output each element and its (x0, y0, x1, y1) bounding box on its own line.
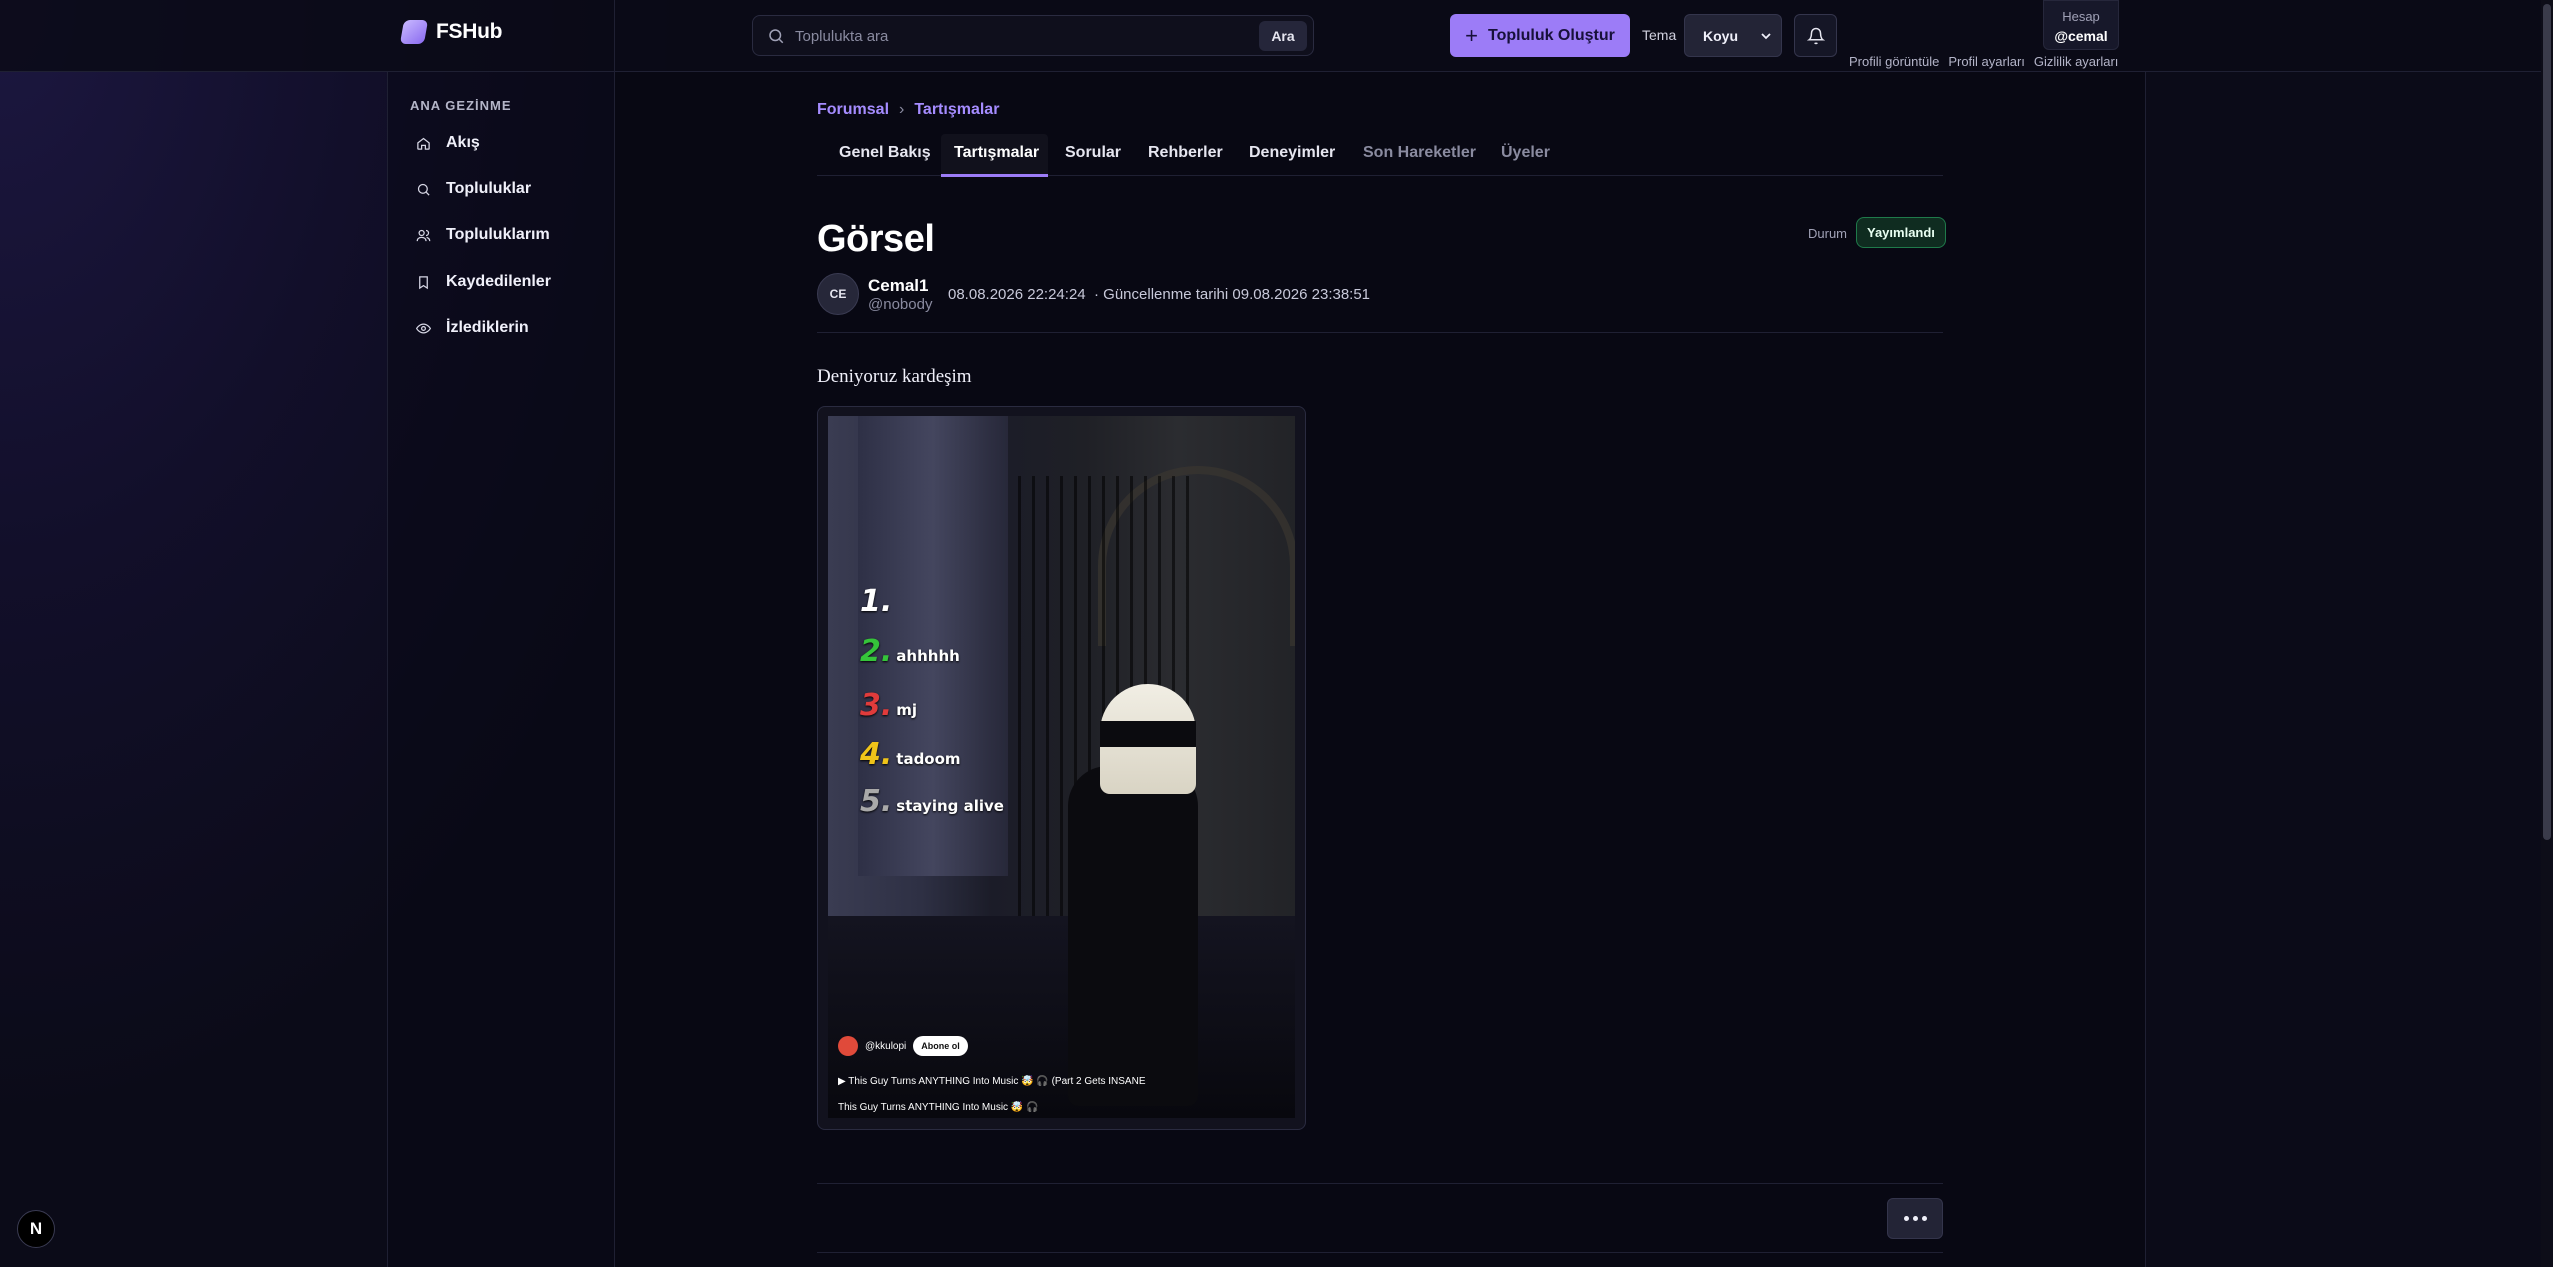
logo-icon (399, 20, 429, 44)
sidebar-item-label: Topluluklar (446, 180, 532, 197)
theme-select-value: Koyu (1703, 27, 1738, 44)
performer-face-shadow (1100, 721, 1196, 747)
tab-active-indicator (941, 174, 1048, 177)
rank-text: ahhhhh (896, 647, 960, 665)
notifications-button[interactable] (1794, 14, 1837, 57)
sidebar-item-feed[interactable]: Akış (416, 134, 480, 152)
post-footer-divider (817, 1252, 1943, 1253)
create-community-button[interactable]: + Topluluk Oluştur (1450, 14, 1630, 57)
plus-icon: + (1465, 22, 1479, 48)
sidebar-item-label: İzlediklerin (446, 319, 529, 336)
sidebar-item-watching[interactable]: İzlediklerin (416, 319, 529, 337)
breadcrumb: Forumsal › Tartışmalar (817, 101, 999, 119)
search-icon (417, 183, 430, 196)
page-scrollbar[interactable] (2541, 0, 2553, 1267)
chevron-down-icon (1761, 33, 1771, 40)
theme-select[interactable]: Koyu (1684, 14, 1782, 57)
rank-item: 3. mj (860, 688, 917, 723)
profile-settings-link[interactable]: Profil ayarları (1948, 54, 2025, 69)
more-dot-icon (1921, 1216, 1927, 1221)
post-body: Deniyoruz kardeşim (817, 366, 972, 387)
channel-name: @kkulopi (865, 1040, 907, 1052)
rank-number: 5. (860, 784, 893, 819)
tab-discussions[interactable]: Tartışmalar (954, 144, 1039, 162)
channel-avatar (838, 1036, 858, 1056)
search-icon (769, 29, 784, 44)
tab-members[interactable]: Üyeler (1501, 144, 1550, 162)
rank-item: 2. ahhhhh (860, 634, 960, 669)
meta-divider (817, 332, 1943, 333)
post-updated-date: · Güncellenme tarihi 09.08.2026 23:38:51 (1094, 286, 1371, 303)
tab-guides[interactable]: Rehberler (1148, 144, 1223, 162)
rank-text: tadoom (896, 750, 961, 768)
privacy-settings-link[interactable]: Gizlilik ayarları (2034, 54, 2119, 69)
rank-number: 3. (860, 688, 893, 723)
more-dot-icon (1912, 1216, 1918, 1221)
breadcrumb-chevron-icon: › (899, 101, 905, 118)
brand-logo[interactable]: FSHub (399, 20, 503, 44)
video-channel: @kkulopi Abone ol (838, 1036, 968, 1056)
video-title: This Guy Turns ANYTHING Into Music 🤯 🎧 (838, 1102, 1039, 1113)
breadcrumb-current[interactable]: Tartışmalar (914, 101, 999, 119)
create-community-label: Topluluk Oluştur (1488, 26, 1615, 44)
tab-bar: Genel Bakış Tartışmalar Sorular Rehberle… (817, 134, 1943, 176)
rank-number: 1. (860, 584, 893, 619)
post-footer-divider (817, 1183, 1943, 1184)
rank-item: 4. tadoom (860, 737, 961, 772)
sidebar-item-label: Topluluklarım (446, 226, 550, 243)
search-bar: Ara (752, 15, 1314, 56)
sidebar-item-saved[interactable]: Kaydedilenler (416, 273, 551, 291)
account-menu[interactable]: Hesap @cemal (2043, 0, 2119, 50)
home-icon (417, 137, 430, 150)
post-created-date: 08.08.2026 22:24:24 (948, 286, 1086, 303)
search-button[interactable]: Ara (1259, 21, 1307, 51)
topbar-divider (614, 0, 615, 72)
performer-figure (1068, 766, 1198, 1106)
subscribe-button[interactable]: Abone ol (913, 1036, 968, 1056)
account-username: @cemal (2054, 28, 2108, 44)
rank-number: 4. (860, 737, 893, 772)
rank-item: 1. (860, 584, 892, 619)
author-name[interactable]: Cemal1 (868, 276, 928, 296)
tab-recent-activity[interactable]: Son Hareketler (1363, 144, 1476, 162)
tab-experiences[interactable]: Deneyimler (1249, 144, 1335, 162)
top-bar: FSHub Ara + Topluluk Oluştur Tema Koyu H… (0, 0, 2553, 72)
status-badge: Yayımlandı (1856, 217, 1946, 248)
bell-icon (1806, 27, 1825, 44)
sidebar-item-communities[interactable]: Topluluklar (416, 180, 531, 198)
users-icon (416, 229, 431, 241)
bookmark-icon (419, 275, 428, 289)
sidebar-item-my-communities[interactable]: Topluluklarım (416, 226, 550, 244)
avatar[interactable]: CE (817, 273, 859, 315)
tab-overview[interactable]: Genel Bakış (839, 144, 931, 162)
rank-number: 2. (860, 634, 893, 669)
scene-floor (828, 916, 1295, 1118)
tab-questions[interactable]: Sorular (1065, 144, 1121, 162)
post-media[interactable]: 1. 2. ahhhhh 3. mj 4. tadoom 5. staying … (817, 406, 1306, 1130)
more-options-button[interactable] (1887, 1198, 1943, 1239)
more-dot-icon (1903, 1216, 1909, 1221)
theme-label: Tema (1642, 27, 1677, 43)
sidebar-item-label: Kaydedilenler (446, 273, 551, 290)
search-input[interactable] (795, 24, 1195, 48)
video-caption: ▶ This Guy Turns ANYTHING Into Music 🤯 🎧… (838, 1076, 1146, 1087)
sidebar: ANA GEZİNME Akış Topluluklar Topluluklar… (387, 72, 615, 1267)
dev-tools-badge[interactable]: N (17, 1210, 55, 1248)
video-thumbnail[interactable]: 1. 2. ahhhhh 3. mj 4. tadoom 5. staying … (828, 416, 1295, 1118)
sidebar-heading: ANA GEZİNME (410, 98, 512, 113)
author-handle: @nobody (868, 296, 933, 313)
account-label: Hesap (2062, 9, 2100, 24)
account-links: Profili görüntüle Profil ayarları Gizlil… (1849, 54, 2118, 69)
scrollbar-thumb[interactable] (2543, 4, 2551, 840)
rank-text: staying alive (896, 797, 1004, 815)
rank-item: 5. staying alive (860, 784, 1004, 819)
brand-name: FSHub (436, 20, 503, 43)
eye-icon (416, 322, 431, 334)
view-profile-link[interactable]: Profili görüntüle (1849, 54, 1939, 69)
post-title: Görsel (817, 218, 935, 260)
sidebar-item-label: Akış (446, 134, 480, 151)
breadcrumb-root[interactable]: Forumsal (817, 101, 889, 119)
rank-text: mj (896, 701, 918, 719)
status-label: Durum (1808, 226, 1848, 241)
